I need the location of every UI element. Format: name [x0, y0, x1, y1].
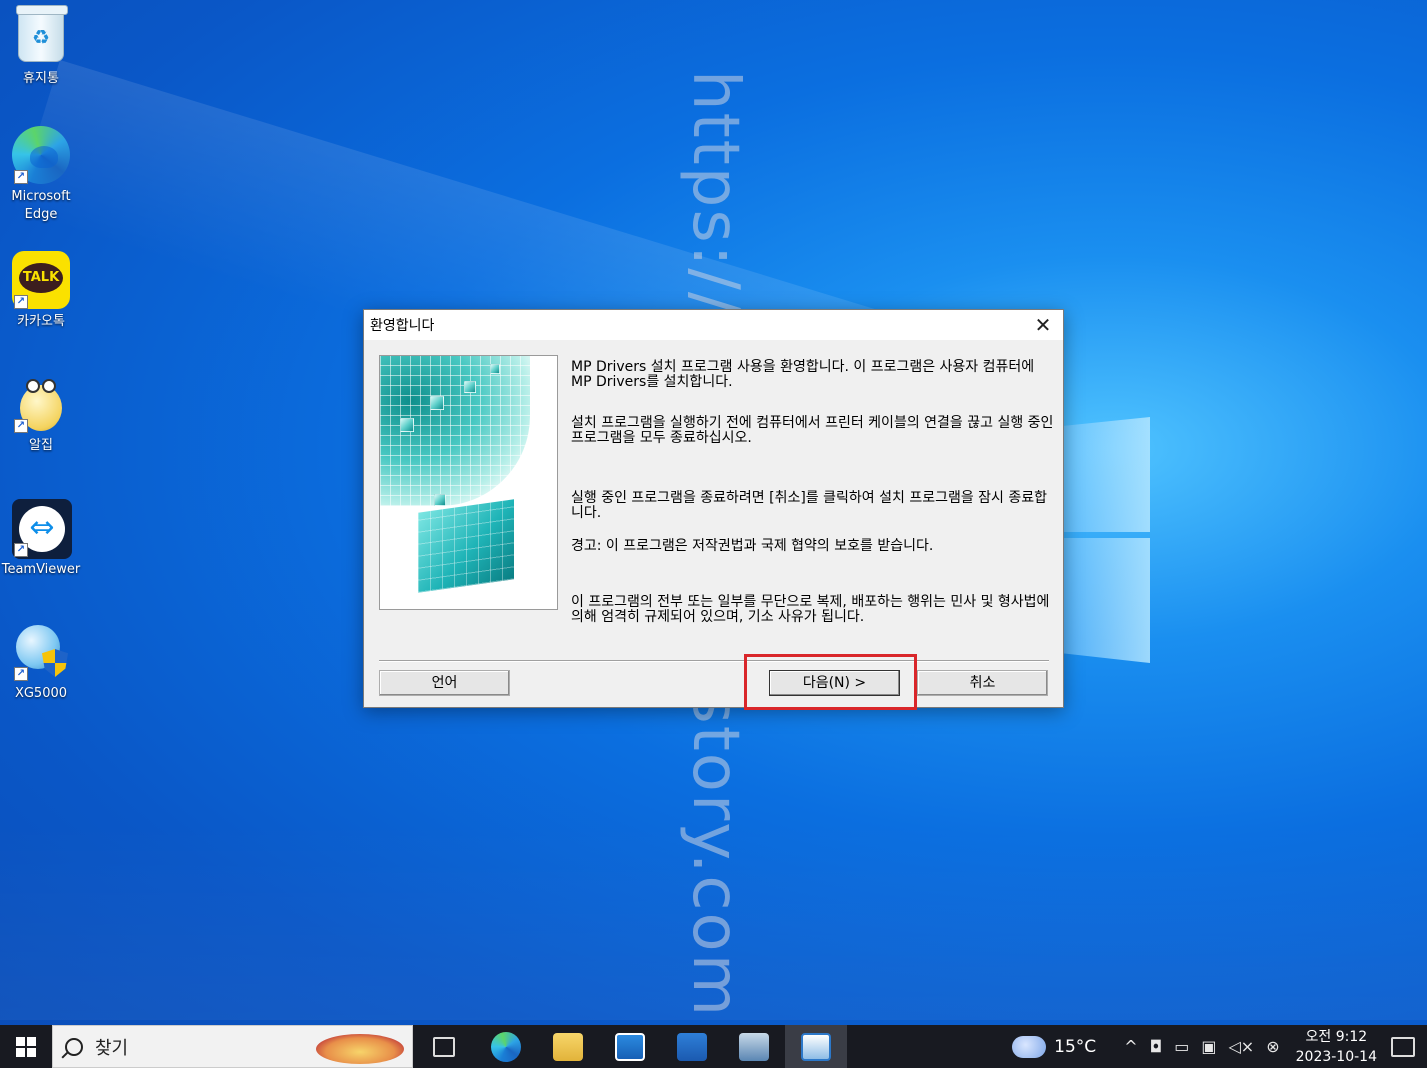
desktop-icon-label: 휴지통: [23, 71, 59, 86]
kakaotalk-icon: TALK ↗: [12, 251, 70, 309]
recycle-bin-icon: ♻: [12, 5, 70, 66]
edge-icon: ↗: [12, 126, 70, 184]
speaker-muted-icon[interactable]: ◁×: [1229, 1037, 1255, 1056]
search-highlight-doodle-icon: [316, 1034, 404, 1064]
desktop-icon-xg5000[interactable]: ↗ XG5000: [0, 623, 82, 703]
desktop-icon-alzip[interactable]: ↗ 알집: [0, 375, 82, 455]
close-icon[interactable]: ✕: [1023, 310, 1063, 340]
desktop-icon-recycle-bin[interactable]: ♻ 휴지통: [0, 5, 82, 88]
clock-time: 오전 9:12: [1305, 1028, 1368, 1045]
alzip-icon: ↗: [12, 375, 70, 433]
taskbar-setup-button[interactable]: [723, 1025, 785, 1068]
desktop-icon-label: TeamViewer: [1, 562, 81, 577]
taskbar-store-button[interactable]: [599, 1025, 661, 1068]
language-button[interactable]: 언어: [379, 670, 510, 696]
dialog-title: 환영합니다: [370, 318, 435, 334]
taskbar-search[interactable]: 찾기: [52, 1025, 413, 1068]
desktop-icon-label: 알집: [29, 438, 53, 453]
weather-widget[interactable]: 15°C: [1012, 1035, 1097, 1058]
error-circle-icon[interactable]: ⊗: [1266, 1037, 1279, 1056]
cancel-button[interactable]: 취소: [917, 670, 1048, 696]
teamviewer-icon: ⇔ ↗: [12, 499, 72, 559]
shortcut-arrow-icon: ↗: [14, 543, 28, 557]
taskbar-file-explorer-button[interactable]: [537, 1025, 599, 1068]
taskbar-active-app-button[interactable]: [785, 1025, 847, 1068]
welcome-dialog: 환영합니다 ✕ MP Drivers 설치 프로그램 사용을 환영합니다. 이 …: [363, 309, 1064, 710]
mail-icon: [677, 1032, 707, 1061]
dialog-titlebar[interactable]: 환영합니다: [364, 310, 1063, 340]
start-button[interactable]: [0, 1025, 52, 1068]
taskbar-edge-button[interactable]: [475, 1025, 537, 1068]
desktop-icon-kakaotalk[interactable]: TALK ↗ 카카오톡: [0, 251, 82, 331]
desktop-light-beam-lower: [0, 820, 1427, 1020]
task-view-button[interactable]: [413, 1025, 475, 1068]
taskbar-mail-button[interactable]: [661, 1025, 723, 1068]
installer-artwork: [379, 355, 558, 610]
system-tray: 15°C ^ ◘ ▭ ▣ ◁× ⊗ 오전 9:12 2023-10-14: [1012, 1025, 1427, 1068]
desktop-icon-label: XG5000: [14, 686, 68, 701]
copyright-warning: 경고: 이 프로그램은 저작권법과 국제 협약의 보호를 받습니다.: [571, 538, 934, 554]
windows-icon: [16, 1036, 36, 1057]
welcome-message: MP Drivers 설치 프로그램 사용을 환영합니다. 이 프로그램은 사용…: [571, 359, 1035, 390]
active-app-icon: [801, 1032, 831, 1061]
search-placeholder: 찾기: [95, 1037, 129, 1059]
edge-icon: [491, 1031, 521, 1062]
dialog-separator: [379, 660, 1049, 662]
cancel-instruction: 실행 중인 프로그램을 종료하려면 [취소]를 클릭하여 설치 프로그램을 잠시…: [571, 490, 1048, 521]
legal-notice: 이 프로그램의 전부 또는 일부를 무단으로 복제, 배포하는 행위는 민사 및…: [571, 594, 1050, 625]
task-view-icon: [433, 1036, 455, 1057]
desktop-icon-edge[interactable]: ↗ Microsoft Edge: [0, 126, 82, 224]
disconnect-instruction: 설치 프로그램을 실행하기 전에 컴퓨터에서 프린터 케이블의 연결을 끊고 실…: [571, 415, 1054, 446]
chevron-up-icon[interactable]: ^: [1124, 1037, 1137, 1056]
kakaotalk-badge-text: TALK: [19, 263, 63, 293]
shortcut-arrow-icon: ↗: [14, 295, 28, 309]
weather-temperature: 15°C: [1054, 1036, 1097, 1057]
file-explorer-icon: [553, 1032, 583, 1061]
network-icon[interactable]: ▣: [1201, 1037, 1216, 1056]
next-button[interactable]: 다음(N) >: [769, 670, 900, 696]
battery-icon[interactable]: ▭: [1174, 1037, 1189, 1056]
desktop-icon-teamviewer[interactable]: ⇔ ↗ TeamViewer: [0, 499, 82, 579]
notification-icon[interactable]: [1391, 1036, 1415, 1057]
cloud-rain-icon: [1012, 1035, 1047, 1058]
desktop-icon-label: 카카오톡: [17, 314, 65, 329]
shortcut-arrow-icon: ↗: [14, 667, 28, 681]
search-icon: [65, 1037, 83, 1056]
clock-date: 2023-10-14: [1295, 1048, 1377, 1065]
taskbar: 찾기 15°C ^ ◘ ▭ ▣ ◁× ⊗ 오전 9:12 2023-10-14: [0, 1025, 1427, 1068]
xg5000-icon: ↗: [12, 623, 70, 681]
shortcut-arrow-icon: ↗: [14, 170, 28, 184]
store-icon: [615, 1032, 645, 1061]
setup-icon: [739, 1032, 769, 1061]
desktop-icon-label: Microsoft Edge: [11, 189, 71, 222]
camera-icon[interactable]: ◘: [1150, 1037, 1163, 1056]
shortcut-arrow-icon: ↗: [14, 419, 28, 433]
clock[interactable]: 오전 9:12 2023-10-14: [1296, 1027, 1377, 1067]
